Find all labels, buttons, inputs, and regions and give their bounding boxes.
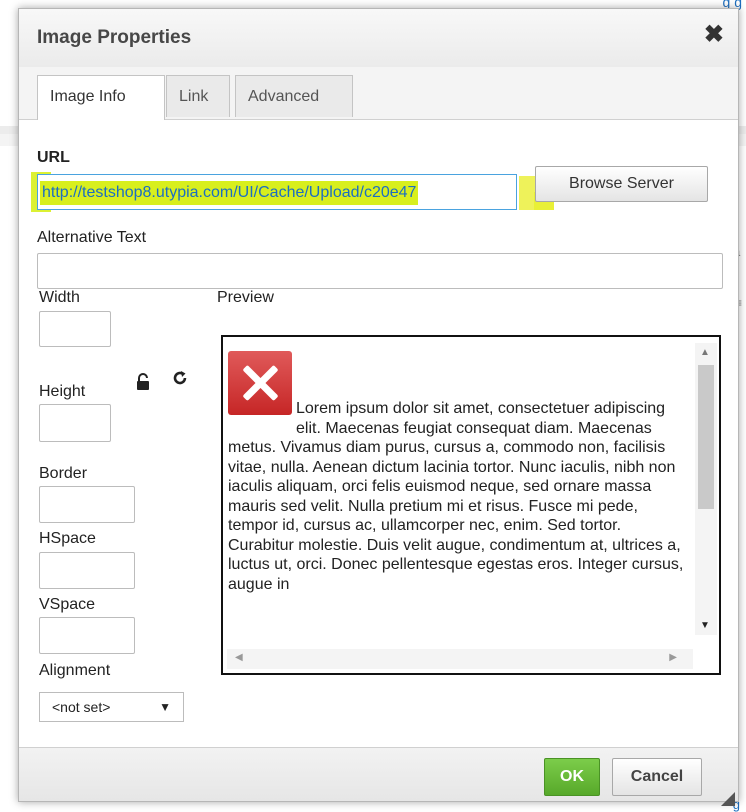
url-input[interactable]: http://testshop8.utypia.com/UI/Cache/Upl…: [37, 174, 517, 210]
height-label: Height: [39, 383, 86, 400]
border-label: Border: [39, 465, 88, 482]
border-input[interactable]: [39, 486, 135, 523]
preview-text-area: Lorem ipsum dolor sit amet, consectetuer…: [228, 351, 690, 647]
browse-server-button[interactable]: Browse Server: [535, 166, 708, 202]
close-icon[interactable]: ✖: [704, 23, 724, 47]
hspace-input[interactable]: [39, 552, 135, 589]
preview-label: Preview: [217, 289, 274, 306]
vspace-input[interactable]: [39, 617, 135, 654]
tab-bar: Image Info Link Advanced: [19, 67, 738, 120]
ok-button[interactable]: OK: [544, 758, 600, 796]
preview-text: Lorem ipsum dolor sit amet, consectetuer…: [228, 400, 684, 593]
lock-icon[interactable]: [135, 373, 151, 396]
broken-image-icon: [228, 351, 292, 415]
preview-vertical-scrollbar[interactable]: ▲ ▼: [695, 343, 717, 635]
url-label: URL: [37, 149, 70, 166]
scroll-thumb[interactable]: [698, 365, 714, 509]
dialog-title: Image Properties: [37, 27, 192, 48]
dropdown-arrow-icon: ▼: [159, 700, 171, 714]
width-label: Width: [39, 289, 80, 306]
width-input[interactable]: [39, 311, 111, 347]
preview-box: Lorem ipsum dolor sit amet, consectetuer…: [221, 335, 721, 675]
alt-text-input[interactable]: [37, 253, 723, 289]
hspace-label: HSpace: [39, 530, 96, 547]
scroll-right-arrow-icon[interactable]: ▶: [669, 652, 677, 663]
url-input-value: http://testshop8.utypia.com/UI/Cache/Upl…: [40, 181, 419, 205]
preview-horizontal-scrollbar[interactable]: ◀ ▶: [227, 649, 693, 669]
scroll-down-arrow-icon[interactable]: ▼: [700, 620, 710, 631]
tab-advanced[interactable]: Advanced: [235, 75, 353, 117]
alt-text-label: Alternative Text: [37, 229, 147, 246]
alignment-select-value: <not set>: [52, 699, 111, 715]
dialog-titlebar: Image Properties ✖: [19, 9, 738, 68]
scroll-up-arrow-icon[interactable]: ▲: [700, 347, 710, 358]
alignment-select[interactable]: <not set> ▼: [39, 692, 184, 722]
tab-image-info[interactable]: Image Info: [37, 75, 165, 120]
resize-handle-icon[interactable]: [721, 792, 735, 806]
height-input[interactable]: [39, 404, 111, 442]
vspace-label: VSpace: [39, 596, 96, 613]
tab-link[interactable]: Link: [166, 75, 230, 117]
alignment-label: Alignment: [39, 662, 111, 679]
image-properties-dialog: Image Properties ✖ Image Info Link Advan…: [18, 8, 739, 806]
scroll-left-arrow-icon[interactable]: ◀: [235, 652, 243, 663]
reset-size-icon[interactable]: [171, 369, 189, 393]
cancel-button[interactable]: Cancel: [612, 758, 702, 796]
